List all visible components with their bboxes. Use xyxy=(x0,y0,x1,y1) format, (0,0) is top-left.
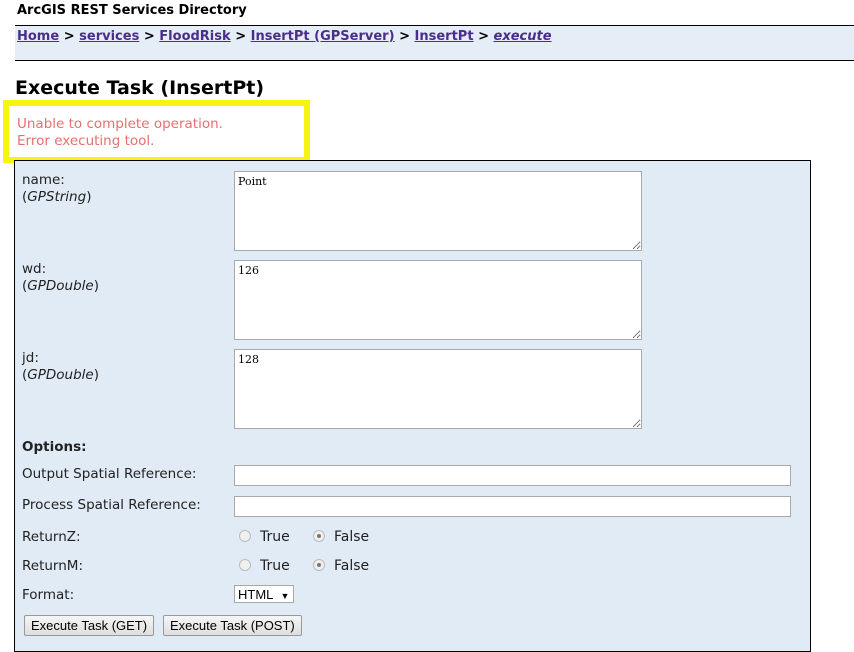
breadcrumb-task[interactable]: InsertPt xyxy=(415,29,474,44)
breadcrumb-separator: > xyxy=(235,29,247,44)
error-message: Unable to complete operation. xyxy=(17,116,223,132)
returnm-label: ReturnM: xyxy=(22,558,83,574)
breadcrumb: Home > services > FloodRisk > InsertPt (… xyxy=(17,29,552,44)
returnm-false-radio[interactable] xyxy=(313,559,325,571)
breadcrumb-services[interactable]: services xyxy=(79,29,139,44)
returnm-true-radio[interactable] xyxy=(239,559,251,571)
breadcrumb-separator: > xyxy=(399,29,410,44)
returnz-false-radio[interactable] xyxy=(313,530,325,542)
output-sr-input[interactable] xyxy=(234,465,791,486)
dropdown-arrow-icon: ▼ xyxy=(280,591,290,601)
param-name: wd: xyxy=(22,261,47,277)
returnz-true-radio[interactable] xyxy=(239,530,251,542)
breadcrumb-execute[interactable]: execute xyxy=(494,29,552,44)
execute-post-button[interactable]: Execute Task (POST) xyxy=(163,615,302,636)
page-title: Execute Task (InsertPt) xyxy=(15,77,265,99)
param-type: GPDouble xyxy=(27,367,94,383)
jd-input[interactable]: 128 xyxy=(234,349,642,429)
app-title: ArcGIS REST Services Directory xyxy=(17,3,247,18)
format-label: Format: xyxy=(22,587,75,603)
param-label: jd: (GPDouble) xyxy=(22,350,100,383)
breadcrumb-gpserver[interactable]: InsertPt (GPServer) xyxy=(251,29,395,44)
process-sr-label: Process Spatial Reference: xyxy=(22,497,201,513)
error-detail: Error executing tool. xyxy=(17,133,155,149)
breadcrumb-separator: > xyxy=(478,29,489,44)
param-type: GPDouble xyxy=(27,278,94,294)
error-highlight-box: Unable to complete operation. Error exec… xyxy=(3,100,310,163)
param-label: name: (GPString) xyxy=(22,172,92,205)
name-input[interactable]: Point xyxy=(234,171,642,251)
breadcrumb-floodrisk[interactable]: FloodRisk xyxy=(159,29,230,44)
options-heading: Options: xyxy=(22,439,87,455)
breadcrumb-separator: > xyxy=(143,29,155,44)
output-sr-label: Output Spatial Reference: xyxy=(22,466,197,482)
execute-get-button[interactable]: Execute Task (GET) xyxy=(24,615,155,636)
returnm-false-label: False xyxy=(334,558,370,574)
returnz-true-label: True xyxy=(260,529,290,545)
returnz-false-label: False xyxy=(334,529,370,545)
param-name: name: xyxy=(22,172,65,188)
param-name: jd: xyxy=(22,350,39,366)
format-select[interactable]: HTML ▼ xyxy=(234,585,294,603)
execute-form: name: (GPString) Point wd: (GPDouble) 126 … xyxy=(14,160,811,652)
breadcrumb-home[interactable]: Home xyxy=(17,29,59,44)
format-value: HTML xyxy=(238,587,273,602)
process-sr-input[interactable] xyxy=(234,496,791,517)
param-type: GPString xyxy=(27,189,87,205)
breadcrumb-bar: Home > services > FloodRisk > InsertPt (… xyxy=(15,25,854,61)
breadcrumb-separator: > xyxy=(63,29,75,44)
returnz-label: ReturnZ: xyxy=(22,529,81,545)
returnm-true-label: True xyxy=(260,558,290,574)
param-label: wd: (GPDouble) xyxy=(22,261,100,294)
wd-input[interactable]: 126 xyxy=(234,260,642,340)
